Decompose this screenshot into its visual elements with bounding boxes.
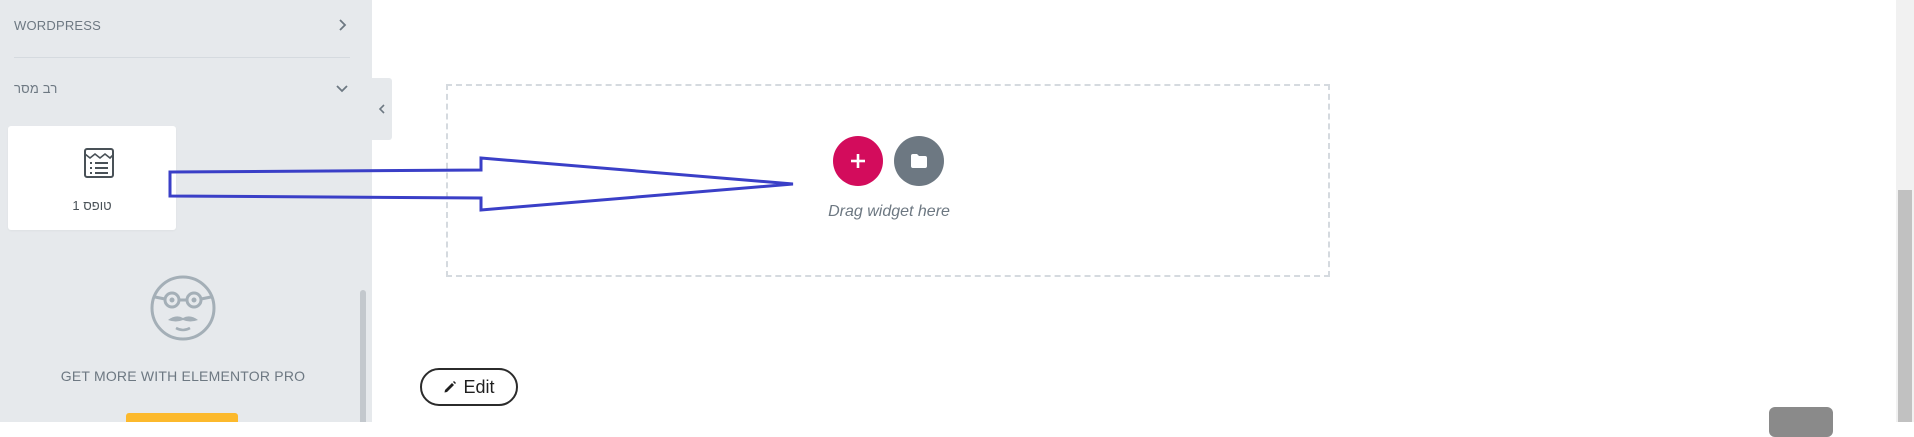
go-pro-text: GET MORE WITH ELEMENTOR PRO (60, 368, 306, 384)
folder-icon (911, 154, 927, 168)
chevron-left-icon (378, 104, 385, 114)
collapse-panel-button[interactable] (372, 78, 392, 140)
floating-action-button[interactable] (1769, 407, 1833, 437)
sidebar-scrollbar[interactable] (360, 290, 366, 422)
edit-button[interactable]: Edit (420, 368, 518, 406)
category-label: WORDPRESS (14, 17, 102, 33)
elementor-panel: WORDPRESS רב מסר טופס 1 GET MORE WITH EL… (0, 0, 372, 422)
edit-label: Edit (463, 376, 495, 397)
widget-form-1[interactable]: טופס 1 (8, 126, 176, 230)
drag-widget-hint: Drag widget here (828, 203, 950, 220)
category-rav-meser[interactable]: רב מסר (14, 76, 350, 100)
plus-icon (851, 154, 865, 168)
go-pro-button[interactable] (126, 413, 238, 422)
form-icon (84, 148, 114, 178)
category-label: רב מסר (14, 80, 58, 96)
add-template-button[interactable] (894, 136, 944, 186)
widget-label: טופס 1 (72, 198, 112, 213)
chevron-right-icon (334, 17, 350, 33)
divider (14, 57, 350, 58)
pencil-icon (444, 381, 457, 393)
empty-section-drop-zone[interactable] (446, 84, 1330, 277)
page-scrollbar-thumb[interactable] (1898, 190, 1912, 422)
add-section-button[interactable] (833, 136, 883, 186)
nerd-face-icon (150, 275, 216, 341)
chevron-down-icon (334, 80, 350, 96)
category-wordpress[interactable]: WORDPRESS (14, 13, 350, 37)
